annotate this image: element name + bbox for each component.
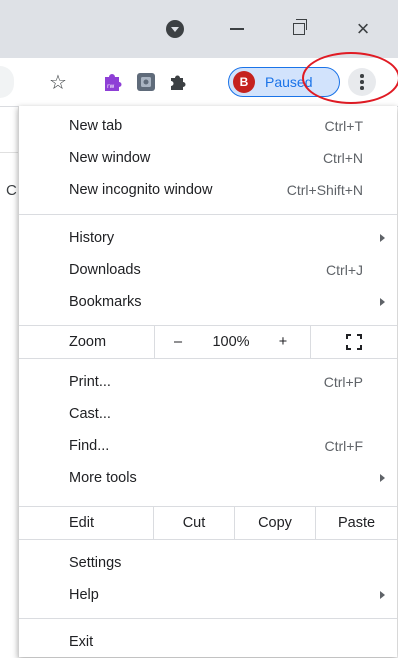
zoom-level: 100%: [212, 334, 250, 350]
avatar: B: [233, 71, 255, 93]
submenu-arrow-icon: [380, 591, 385, 599]
page-divider: [0, 152, 18, 153]
browser-toolbar: ☆ rw B Paused: [0, 58, 398, 107]
menu-item-help[interactable]: Help: [19, 579, 397, 611]
zoom-out-button[interactable]: –: [155, 326, 201, 358]
more-options-button[interactable]: [348, 68, 376, 96]
menu-separator: [19, 618, 397, 619]
browser-menu-circle-icon[interactable]: [160, 14, 190, 44]
menu-item-new-window[interactable]: New window Ctrl+N: [19, 142, 397, 174]
fullscreen-icon: [346, 334, 362, 350]
bookmark-star-icon[interactable]: ☆: [46, 70, 70, 94]
menu-item-downloads[interactable]: Downloads Ctrl+J: [19, 254, 397, 286]
menu-item-settings[interactable]: Settings: [19, 547, 397, 579]
fullscreen-button[interactable]: [311, 326, 397, 358]
menu-item-more-tools[interactable]: More tools: [19, 462, 397, 494]
submenu-arrow-icon: [380, 474, 385, 482]
menu-item-cast[interactable]: Cast...: [19, 398, 397, 430]
profile-status-label: Paused: [265, 74, 313, 90]
restore-button[interactable]: [284, 14, 314, 44]
zoom-row: Zoom – 100% +: [19, 325, 397, 359]
menu-item-find[interactable]: Find... Ctrl+F: [19, 430, 397, 462]
cut-button[interactable]: Cut: [154, 507, 234, 539]
profile-button[interactable]: B Paused: [228, 67, 340, 97]
zoom-in-button[interactable]: +: [261, 326, 305, 358]
extensions-puzzle-icon[interactable]: [166, 70, 190, 94]
menu-item-new-incognito-window[interactable]: New incognito window Ctrl+Shift+N: [19, 174, 397, 206]
copy-button[interactable]: Copy: [235, 507, 315, 539]
address-bar-edge[interactable]: [0, 66, 14, 98]
svg-text:rw: rw: [107, 83, 114, 90]
menu-separator: [19, 214, 397, 215]
submenu-arrow-icon: [380, 298, 385, 306]
submenu-arrow-icon: [380, 234, 385, 242]
menu-item-print[interactable]: Print... Ctrl+P: [19, 366, 397, 398]
extension-rw-icon[interactable]: rw: [100, 70, 124, 94]
page-partial-text: C: [6, 182, 17, 199]
menu-item-new-tab[interactable]: New tab Ctrl+T: [19, 110, 397, 142]
close-button[interactable]: ×: [348, 14, 378, 44]
edit-row: Edit Cut Copy Paste: [19, 506, 397, 540]
restore-icon: [293, 19, 307, 35]
edit-label: Edit: [69, 515, 94, 531]
minimize-button[interactable]: [222, 14, 252, 44]
chrome-main-menu: New tab Ctrl+T New window Ctrl+N New inc…: [18, 106, 397, 657]
kebab-dot-icon: [360, 74, 364, 78]
extension-square-icon[interactable]: [134, 70, 158, 94]
paste-button[interactable]: Paste: [316, 507, 397, 539]
title-bar: ×: [0, 0, 398, 58]
menu-item-history[interactable]: History: [19, 222, 397, 254]
zoom-label: Zoom: [69, 334, 107, 350]
minimize-icon: [230, 28, 244, 30]
menu-item-bookmarks[interactable]: Bookmarks: [19, 286, 397, 318]
menu-item-exit[interactable]: Exit: [19, 626, 397, 658]
